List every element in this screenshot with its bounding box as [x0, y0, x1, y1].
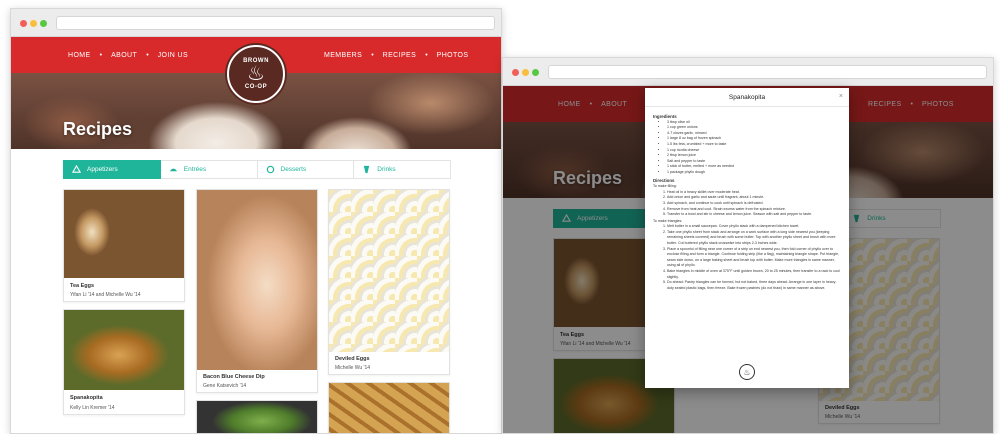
chef-hat-icon: ♨ — [247, 63, 265, 85]
modal-header: Spanakopita × — [645, 88, 849, 107]
recipe-title: Spanakopita — [70, 395, 103, 401]
recipe-card-spanakopita[interactable]: Spanakopita Kelly Lin Kremer '14 — [63, 309, 185, 415]
chef-hat-icon: ♨ — [739, 364, 755, 380]
nav-separator: • — [146, 51, 149, 59]
page-title: Recipes — [63, 119, 133, 139]
triangle-steps: Melt butter in a small saucepan. Cover p… — [653, 224, 841, 291]
recipe-title: Tea Eggs — [70, 283, 95, 289]
tab-appetizers[interactable]: Appetizers — [63, 160, 161, 179]
nav-left: HOME • ABOUT • JOIN US — [68, 37, 188, 73]
recipe-card-bacon-blue-cheese-dip[interactable]: Bacon Blue Cheese Dip Gene Katsevich '14 — [196, 189, 318, 393]
ingredient-item: 1 package phyllo dough — [667, 170, 841, 176]
nav-separator: • — [425, 51, 428, 59]
browser-chrome — [11, 9, 501, 37]
address-bar[interactable] — [548, 65, 987, 79]
recipe-photo — [329, 383, 449, 433]
browser-window-right: Recipes HOME • ABOUT RECIPES • PHOTOS Ap… — [502, 57, 994, 434]
category-tabs: Appetizers Entrées Desserts Drinks — [63, 160, 451, 179]
tab-desserts[interactable]: Desserts — [257, 160, 355, 179]
direction-step: Bake triangles in middle of oven at 375°… — [667, 269, 841, 280]
filling-steps: Heat oil in a heavy skillet over moderat… — [653, 190, 841, 218]
dessert-icon — [266, 165, 274, 174]
tab-label: Drinks — [377, 166, 396, 173]
recipe-modal: Spanakopita × Ingredients 3 tbsp olive o… — [645, 88, 849, 388]
recipe-card-soup[interactable] — [196, 400, 318, 433]
recipe-card-pastry[interactable] — [328, 382, 450, 433]
modal-title: Spanakopita — [728, 93, 766, 101]
drink-icon — [364, 165, 370, 174]
modal-body: Ingredients 3 tbsp olive oil 1 cup green… — [653, 112, 841, 291]
nav-separator: • — [99, 51, 103, 59]
directions-heading: Directions — [653, 177, 675, 183]
recipe-card-deviled-eggs[interactable]: Deviled Eggs Michelle Wu '14 — [328, 189, 450, 375]
tab-entrees[interactable]: Entrées — [160, 160, 258, 179]
browser-chrome — [503, 58, 993, 86]
recipe-photo — [197, 401, 317, 433]
nav-photos[interactable]: PHOTOS — [437, 52, 469, 59]
recipe-photo — [197, 190, 317, 370]
logo-bottom-text: CO-OP — [244, 84, 268, 90]
direction-step: Transfer to a bowl and stir in cheese an… — [667, 212, 841, 218]
direction-step: Take one phyllo sheet from stack and arr… — [667, 230, 841, 247]
nav-separator: • — [371, 51, 374, 59]
nav-right: MEMBERS • RECIPES • PHOTOS — [324, 37, 468, 73]
nav-join-us[interactable]: JOIN US — [158, 52, 188, 59]
tab-label: Desserts — [280, 166, 307, 173]
close-dot-icon[interactable] — [512, 69, 519, 76]
address-bar[interactable] — [56, 16, 495, 30]
tab-drinks[interactable]: Drinks — [354, 160, 451, 179]
appetizer-icon — [72, 165, 81, 173]
recipe-photo — [64, 190, 184, 278]
recipe-card-tea-eggs[interactable]: Tea Eggs Yifan Li '14 and Michelle Wu '1… — [63, 189, 185, 302]
recipe-author: Gene Katsevich '14 — [203, 383, 247, 389]
tab-label: Entrées — [183, 166, 207, 173]
minimize-dot-icon[interactable] — [30, 20, 37, 27]
nav-home[interactable]: HOME — [68, 52, 91, 59]
recipe-title: Bacon Blue Cheese Dip — [203, 374, 265, 380]
recipe-author: Yifan Li '14 and Michelle Wu '14 — [70, 292, 141, 298]
recipe-author: Michelle Wu '14 — [335, 365, 371, 371]
recipe-photo — [64, 310, 184, 390]
close-dot-icon[interactable] — [20, 20, 27, 27]
browser-window-left: Recipes HOME • ABOUT • JOIN US MEMBERS •… — [10, 8, 502, 434]
entree-icon — [169, 168, 177, 172]
minimize-dot-icon[interactable] — [522, 69, 529, 76]
direction-step: Place a spoonful of filling near one cor… — [667, 247, 841, 269]
tab-label: Appetizers — [87, 166, 118, 173]
nav-members[interactable]: MEMBERS — [324, 52, 362, 59]
close-icon[interactable]: × — [839, 93, 843, 100]
brown-coop-logo[interactable]: BROWN ♨ CO-OP — [227, 45, 285, 103]
maximize-dot-icon[interactable] — [40, 20, 47, 27]
maximize-dot-icon[interactable] — [532, 69, 539, 76]
recipe-photo — [329, 190, 449, 352]
nav-recipes[interactable]: RECIPES — [383, 52, 417, 59]
direction-step: Do ahead: Pastry triangles can be formed… — [667, 280, 841, 291]
nav-about[interactable]: ABOUT — [111, 52, 137, 59]
ingredients-list: 3 tbsp olive oil 1 cup green onions 4-7 … — [653, 120, 841, 176]
recipe-author: Kelly Lin Kremer '14 — [70, 405, 115, 411]
recipe-title: Deviled Eggs — [335, 356, 370, 362]
